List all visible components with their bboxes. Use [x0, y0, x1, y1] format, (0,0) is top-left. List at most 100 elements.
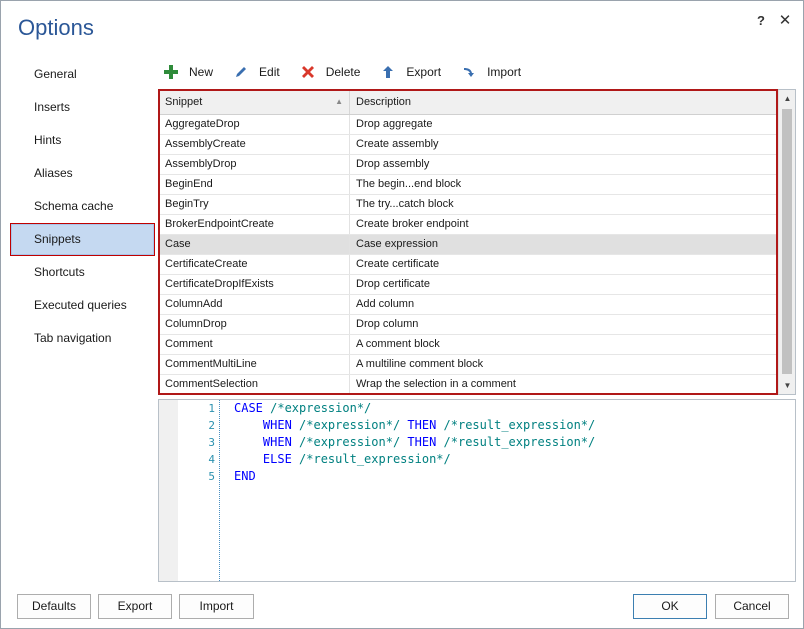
keyword: THEN — [400, 435, 437, 449]
code-line: CASE /*expression*/ — [234, 400, 595, 417]
new-label: New — [189, 65, 214, 79]
comment: /*expression*/ — [291, 418, 401, 432]
nav-item-inserts[interactable]: Inserts — [10, 91, 155, 124]
editor-gutter — [159, 400, 178, 581]
snippet-cell: CommentMultiLine — [159, 355, 350, 374]
close-button[interactable]: ✕ — [776, 12, 794, 30]
import-arrow-icon — [459, 62, 479, 82]
snippet-cell: BrokerEndpointCreate — [159, 215, 350, 234]
snippet-cell: BeginTry — [159, 195, 350, 214]
line-numbers: 1 2 3 4 5 — [178, 400, 220, 581]
footer-import-button[interactable]: Import — [179, 594, 254, 619]
description-cell: A multiline comment block — [356, 358, 484, 370]
table-row[interactable]: BrokerEndpointCreate Create broker endpoi… — [159, 215, 778, 235]
line-number: 2 — [208, 419, 215, 432]
export-label: Export — [406, 65, 442, 79]
table-row[interactable]: ColumnAdd Add column — [159, 295, 778, 315]
keyword: END — [234, 469, 256, 483]
delete-button[interactable]: Delete — [298, 60, 360, 84]
edit-label: Edit — [259, 65, 280, 79]
description-cell: Drop certificate — [356, 278, 430, 290]
keyword: WHEN — [234, 418, 292, 432]
snippet-cell: AssemblyCreate — [159, 135, 350, 154]
table-row[interactable]: CommentSelection Wrap the selection in a … — [159, 375, 778, 394]
description-cell: Add column — [356, 298, 415, 310]
table-row[interactable]: CommentMultiLine A multiline comment bloc… — [159, 355, 778, 375]
table-row[interactable]: BeginTry The try...catch block — [159, 195, 778, 215]
export-arrow-icon — [378, 62, 398, 82]
snippet-cell: CommentSelection — [159, 375, 350, 394]
nav-item-schema-cache[interactable]: Schema cache — [10, 190, 155, 223]
table-row-selected[interactable]: Case Case expression — [159, 235, 778, 255]
nav-item-snippets[interactable]: Snippets — [10, 223, 155, 256]
line-number: 3 — [208, 436, 215, 449]
description-cell: Create assembly — [356, 138, 439, 150]
description-cell: Wrap the selection in a comment — [356, 378, 516, 390]
snippet-cell: AssemblyDrop — [159, 155, 350, 174]
code-line: END — [234, 468, 595, 485]
table-row[interactable]: AggregateDrop Drop aggregate — [159, 115, 778, 135]
footer-export-button[interactable]: Export — [98, 594, 172, 619]
plus-icon — [161, 62, 181, 82]
grid-body: AggregateDrop Drop aggregate AssemblyCrea… — [159, 115, 778, 394]
code-lines: CASE /*expression*/ WHEN /*expression*/ … — [234, 400, 595, 485]
scroll-thumb[interactable] — [782, 109, 792, 374]
table-row[interactable]: BeginEnd The begin...end block — [159, 175, 778, 195]
help-button[interactable]: ? — [752, 12, 770, 30]
table-row[interactable]: AssemblyCreate Create assembly — [159, 135, 778, 155]
snippet-cell: ColumnDrop — [159, 315, 350, 334]
snippet-cell: CertificateCreate — [159, 255, 350, 274]
snippet-code-editor[interactable]: 1 2 3 4 5 CASE /*expression*/ WHEN /*exp… — [158, 399, 796, 582]
column-header-snippet-label: Snippet — [165, 96, 203, 108]
comment: /*expression*/ — [262, 401, 372, 415]
nav-item-executed-queries[interactable]: Executed queries — [10, 289, 155, 322]
code-line: WHEN /*expression*/ THEN /*result_expres… — [234, 434, 595, 451]
options-nav: General Inserts Hints Aliases Schema cac… — [10, 58, 155, 355]
new-button[interactable]: New — [161, 60, 213, 84]
table-row[interactable]: AssemblyDrop Drop assembly — [159, 155, 778, 175]
nav-item-tab-navigation[interactable]: Tab navigation — [10, 322, 155, 355]
dialog-title: Options — [18, 15, 94, 40]
edit-button[interactable]: Edit — [231, 60, 280, 84]
description-cell: Create certificate — [356, 258, 440, 270]
ok-button[interactable]: OK — [633, 594, 707, 619]
grid-scrollbar[interactable]: ▲ ▼ — [778, 90, 795, 394]
snippet-cell: CertificateDropIfExists — [159, 275, 350, 294]
description-cell: Drop column — [356, 318, 419, 330]
keyword: ELSE — [234, 452, 292, 466]
comment: /*result_expression*/ — [291, 452, 451, 466]
table-row[interactable]: CertificateDropIfExists Drop certificate — [159, 275, 778, 295]
description-cell: A comment block — [356, 338, 440, 350]
column-header-snippet[interactable]: Snippet ▲ — [159, 90, 350, 114]
defaults-button[interactable]: Defaults — [17, 594, 91, 619]
scroll-up-icon[interactable]: ▲ — [779, 90, 796, 107]
description-cell: Drop assembly — [356, 158, 430, 170]
table-row[interactable]: ColumnDrop Drop column — [159, 315, 778, 335]
column-header-description[interactable]: Description — [350, 90, 778, 114]
comment: /*result_expression*/ — [436, 435, 596, 449]
import-button[interactable]: Import — [459, 60, 521, 84]
code-line: WHEN /*expression*/ THEN /*result_expres… — [234, 417, 595, 434]
snippets-toolbar: New Edit Delete Export Import — [161, 59, 539, 85]
snippet-cell: Case — [159, 235, 350, 254]
export-button[interactable]: Export — [378, 60, 441, 84]
table-row[interactable]: Comment A comment block — [159, 335, 778, 355]
table-row[interactable]: CertificateCreate Create certificate — [159, 255, 778, 275]
snippet-cell: Comment — [159, 335, 350, 354]
scroll-down-icon[interactable]: ▼ — [779, 377, 796, 394]
nav-item-general[interactable]: General — [10, 58, 155, 91]
keyword: CASE — [234, 401, 263, 415]
line-number: 1 — [208, 402, 215, 415]
line-number: 4 — [208, 453, 215, 466]
nav-item-aliases[interactable]: Aliases — [10, 157, 155, 190]
description-cell: The begin...end block — [356, 178, 462, 190]
nav-item-hints[interactable]: Hints — [10, 124, 155, 157]
cancel-button[interactable]: Cancel — [715, 594, 789, 619]
description-cell: Create broker endpoint — [356, 218, 469, 230]
import-label: Import — [487, 65, 522, 79]
keyword: THEN — [400, 418, 437, 432]
description-cell: Case expression — [356, 238, 438, 250]
nav-item-shortcuts[interactable]: Shortcuts — [10, 256, 155, 289]
grid-header: Snippet ▲ Description — [159, 90, 778, 115]
pencil-icon — [231, 62, 251, 82]
